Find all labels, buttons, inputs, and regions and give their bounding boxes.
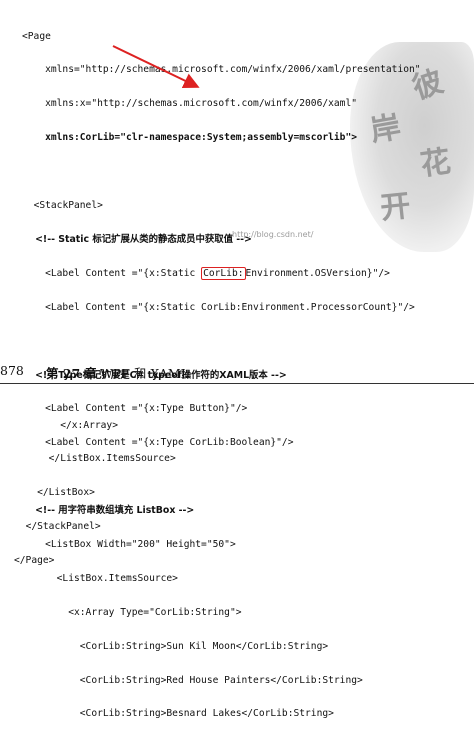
chapter-title: WPF 和 XAML — [100, 366, 189, 381]
chapter-label: 第 27 章 — [46, 366, 98, 381]
code-line: </Page> — [14, 555, 55, 567]
code-line: </x:Array> — [60, 419, 118, 431]
code-line: <x:Array Type="CorLib:String"> — [68, 606, 242, 618]
watermark-url: http://blog.csdn.net/ — [232, 230, 314, 239]
code-line: </StackPanel> — [25, 521, 101, 533]
code-line: <CorLib:String>Besnard Lakes</CorLib:Str… — [79, 708, 334, 720]
code-comment: <!-- Static 标记扩展从类的静态成员中获取值 --> — [35, 233, 252, 245]
code-line-annotated: <Label Content ="{x:Static CorLib: Enviro… — [22, 266, 390, 280]
page-header: 878 第 27 章 WPF 和 XAML — [0, 363, 474, 383]
header-rule — [0, 383, 474, 384]
code-line: </ListBox.ItemsSource> — [48, 453, 176, 465]
code-line: </ListBox> — [37, 487, 95, 499]
code-line: <CorLib:String>Sun Kil Moon</CorLib:Stri… — [79, 640, 329, 652]
annotation-arrow — [112, 45, 200, 88]
highlight-box: CorLib: — [201, 266, 246, 280]
page-number: 878 — [0, 363, 24, 378]
code-line: <StackPanel> — [33, 200, 103, 212]
code-line: <Label Content ="{x:Static CorLib:Enviro… — [45, 301, 415, 313]
code-line: <CorLib:String>Red House Painters</CorLi… — [79, 674, 363, 686]
code-listing-bottom: </x:Array> </ListBox.ItemsSource> </List… — [14, 397, 176, 578]
